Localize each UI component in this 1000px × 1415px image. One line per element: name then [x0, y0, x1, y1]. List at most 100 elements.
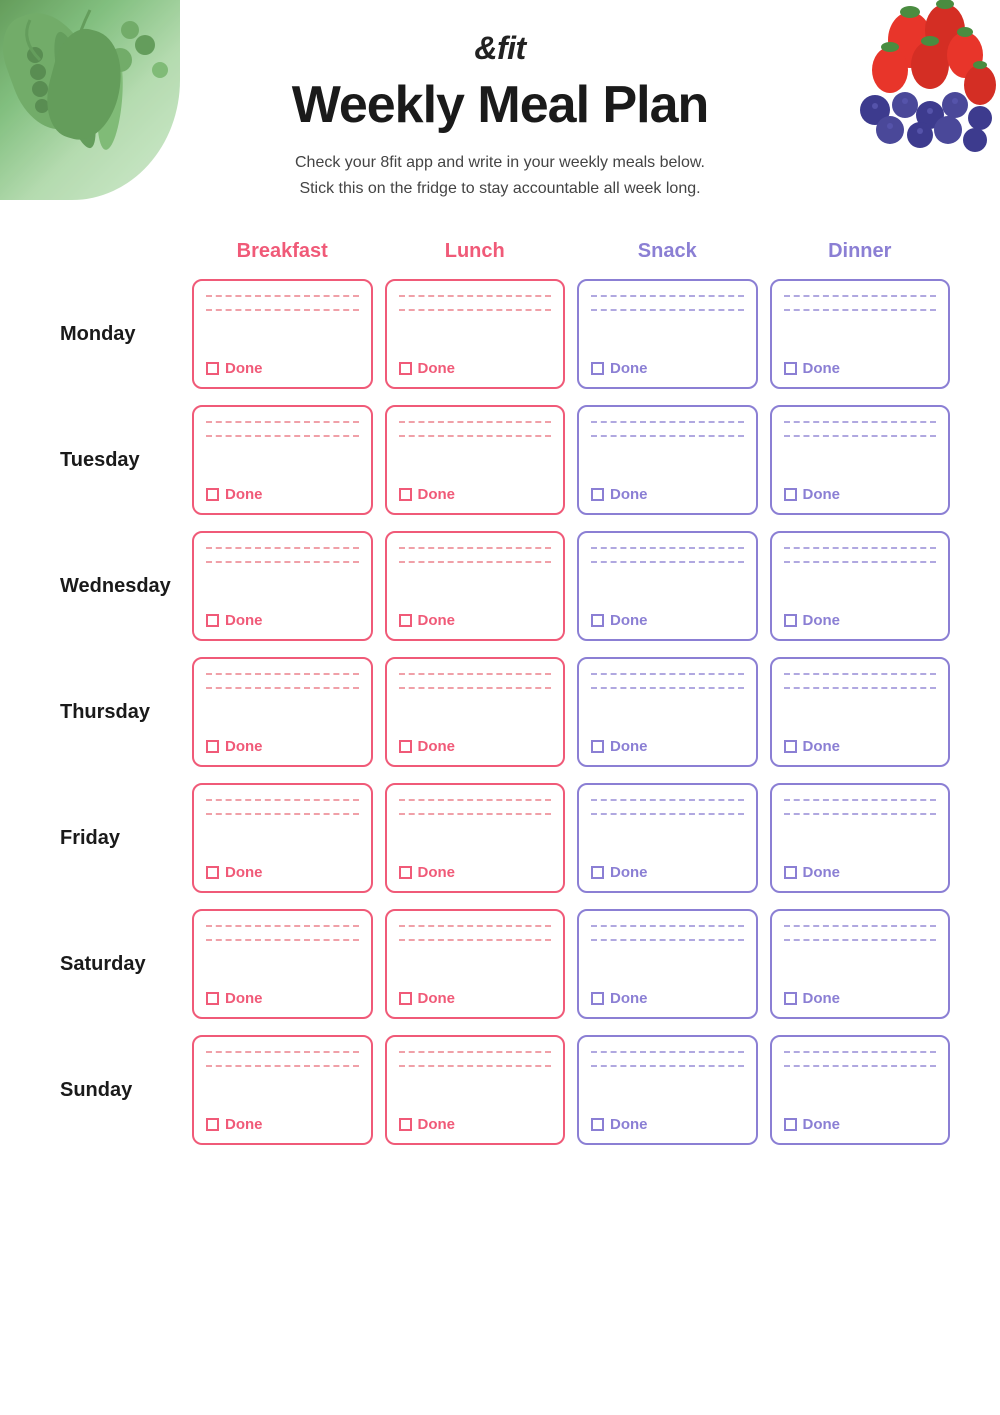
meal-cell-saturday-breakfast[interactable]: Done: [192, 909, 373, 1019]
meal-lines: [591, 925, 744, 941]
done-checkbox[interactable]: [591, 992, 604, 1005]
meal-cell-monday-snack[interactable]: Done: [577, 279, 758, 389]
done-row-wednesday-snack[interactable]: Done: [591, 612, 744, 629]
meal-cell-tuesday-dinner[interactable]: Done: [770, 405, 951, 515]
dashed-line: [399, 561, 552, 563]
done-row-friday-lunch[interactable]: Done: [399, 864, 552, 881]
done-checkbox[interactable]: [784, 740, 797, 753]
page-title: Weekly Meal Plan: [0, 75, 1000, 135]
meal-cell-thursday-lunch[interactable]: Done: [385, 657, 566, 767]
done-checkbox[interactable]: [591, 362, 604, 375]
done-checkbox[interactable]: [206, 740, 219, 753]
done-row-monday-lunch[interactable]: Done: [399, 360, 552, 377]
done-checkbox[interactable]: [784, 488, 797, 501]
done-row-thursday-lunch[interactable]: Done: [399, 738, 552, 755]
meal-lines: [399, 799, 552, 815]
meal-cell-friday-lunch[interactable]: Done: [385, 783, 566, 893]
done-row-tuesday-lunch[interactable]: Done: [399, 486, 552, 503]
done-checkbox[interactable]: [399, 866, 412, 879]
done-row-tuesday-snack[interactable]: Done: [591, 486, 744, 503]
done-checkbox[interactable]: [206, 488, 219, 501]
done-checkbox[interactable]: [399, 1118, 412, 1131]
done-checkbox[interactable]: [206, 614, 219, 627]
meal-cell-friday-dinner[interactable]: Done: [770, 783, 951, 893]
done-checkbox[interactable]: [399, 992, 412, 1005]
done-row-thursday-breakfast[interactable]: Done: [206, 738, 359, 755]
meal-lines: [399, 925, 552, 941]
done-row-sunday-dinner[interactable]: Done: [784, 1116, 937, 1133]
meal-cell-tuesday-lunch[interactable]: Done: [385, 405, 566, 515]
meal-cell-monday-breakfast[interactable]: Done: [192, 279, 373, 389]
done-row-friday-dinner[interactable]: Done: [784, 864, 937, 881]
done-checkbox[interactable]: [399, 614, 412, 627]
done-row-friday-breakfast[interactable]: Done: [206, 864, 359, 881]
done-checkbox[interactable]: [784, 866, 797, 879]
done-row-tuesday-dinner[interactable]: Done: [784, 486, 937, 503]
done-row-saturday-dinner[interactable]: Done: [784, 990, 937, 1007]
done-checkbox[interactable]: [591, 740, 604, 753]
meal-lines: [591, 799, 744, 815]
meal-cell-saturday-dinner[interactable]: Done: [770, 909, 951, 1019]
meal-cell-sunday-dinner[interactable]: Done: [770, 1035, 951, 1145]
done-checkbox[interactable]: [784, 614, 797, 627]
meal-cell-sunday-lunch[interactable]: Done: [385, 1035, 566, 1145]
done-row-monday-dinner[interactable]: Done: [784, 360, 937, 377]
meal-cell-friday-breakfast[interactable]: Done: [192, 783, 373, 893]
done-checkbox[interactable]: [206, 992, 219, 1005]
done-checkbox[interactable]: [206, 1118, 219, 1131]
done-row-sunday-snack[interactable]: Done: [591, 1116, 744, 1133]
done-checkbox[interactable]: [591, 1118, 604, 1131]
done-row-friday-snack[interactable]: Done: [591, 864, 744, 881]
done-label: Done: [418, 990, 456, 1007]
done-row-tuesday-breakfast[interactable]: Done: [206, 486, 359, 503]
dashed-line: [399, 295, 552, 297]
meal-cell-saturday-lunch[interactable]: Done: [385, 909, 566, 1019]
meal-cell-wednesday-dinner[interactable]: Done: [770, 531, 951, 641]
meal-cell-sunday-snack[interactable]: Done: [577, 1035, 758, 1145]
meal-cell-monday-dinner[interactable]: Done: [770, 279, 951, 389]
done-checkbox[interactable]: [206, 866, 219, 879]
meal-cell-monday-lunch[interactable]: Done: [385, 279, 566, 389]
done-checkbox[interactable]: [784, 1118, 797, 1131]
done-row-sunday-breakfast[interactable]: Done: [206, 1116, 359, 1133]
dashed-line: [206, 813, 359, 815]
done-row-sunday-lunch[interactable]: Done: [399, 1116, 552, 1133]
dashed-line: [206, 925, 359, 927]
done-row-thursday-snack[interactable]: Done: [591, 738, 744, 755]
meal-cell-wednesday-breakfast[interactable]: Done: [192, 531, 373, 641]
dashed-line: [784, 925, 937, 927]
done-row-saturday-lunch[interactable]: Done: [399, 990, 552, 1007]
done-row-monday-snack[interactable]: Done: [591, 360, 744, 377]
done-checkbox[interactable]: [206, 362, 219, 375]
done-checkbox[interactable]: [784, 992, 797, 1005]
done-checkbox[interactable]: [399, 740, 412, 753]
meal-lines: [206, 421, 359, 437]
meal-cell-wednesday-snack[interactable]: Done: [577, 531, 758, 641]
meal-cell-thursday-breakfast[interactable]: Done: [192, 657, 373, 767]
meal-cell-thursday-snack[interactable]: Done: [577, 657, 758, 767]
meal-cell-saturday-snack[interactable]: Done: [577, 909, 758, 1019]
done-checkbox[interactable]: [591, 488, 604, 501]
dashed-line: [591, 547, 744, 549]
done-checkbox[interactable]: [591, 866, 604, 879]
meal-cell-tuesday-breakfast[interactable]: Done: [192, 405, 373, 515]
meal-cell-friday-snack[interactable]: Done: [577, 783, 758, 893]
done-checkbox[interactable]: [591, 614, 604, 627]
done-row-saturday-snack[interactable]: Done: [591, 990, 744, 1007]
done-row-wednesday-lunch[interactable]: Done: [399, 612, 552, 629]
meal-cell-sunday-breakfast[interactable]: Done: [192, 1035, 373, 1145]
done-row-thursday-dinner[interactable]: Done: [784, 738, 937, 755]
dashed-line: [206, 547, 359, 549]
meal-cell-tuesday-snack[interactable]: Done: [577, 405, 758, 515]
done-row-wednesday-dinner[interactable]: Done: [784, 612, 937, 629]
done-label: Done: [610, 486, 648, 503]
done-checkbox[interactable]: [784, 362, 797, 375]
done-checkbox[interactable]: [399, 362, 412, 375]
done-row-monday-breakfast[interactable]: Done: [206, 360, 359, 377]
meal-cell-thursday-dinner[interactable]: Done: [770, 657, 951, 767]
done-checkbox[interactable]: [399, 488, 412, 501]
dashed-line: [399, 547, 552, 549]
done-row-wednesday-breakfast[interactable]: Done: [206, 612, 359, 629]
done-row-saturday-breakfast[interactable]: Done: [206, 990, 359, 1007]
meal-cell-wednesday-lunch[interactable]: Done: [385, 531, 566, 641]
